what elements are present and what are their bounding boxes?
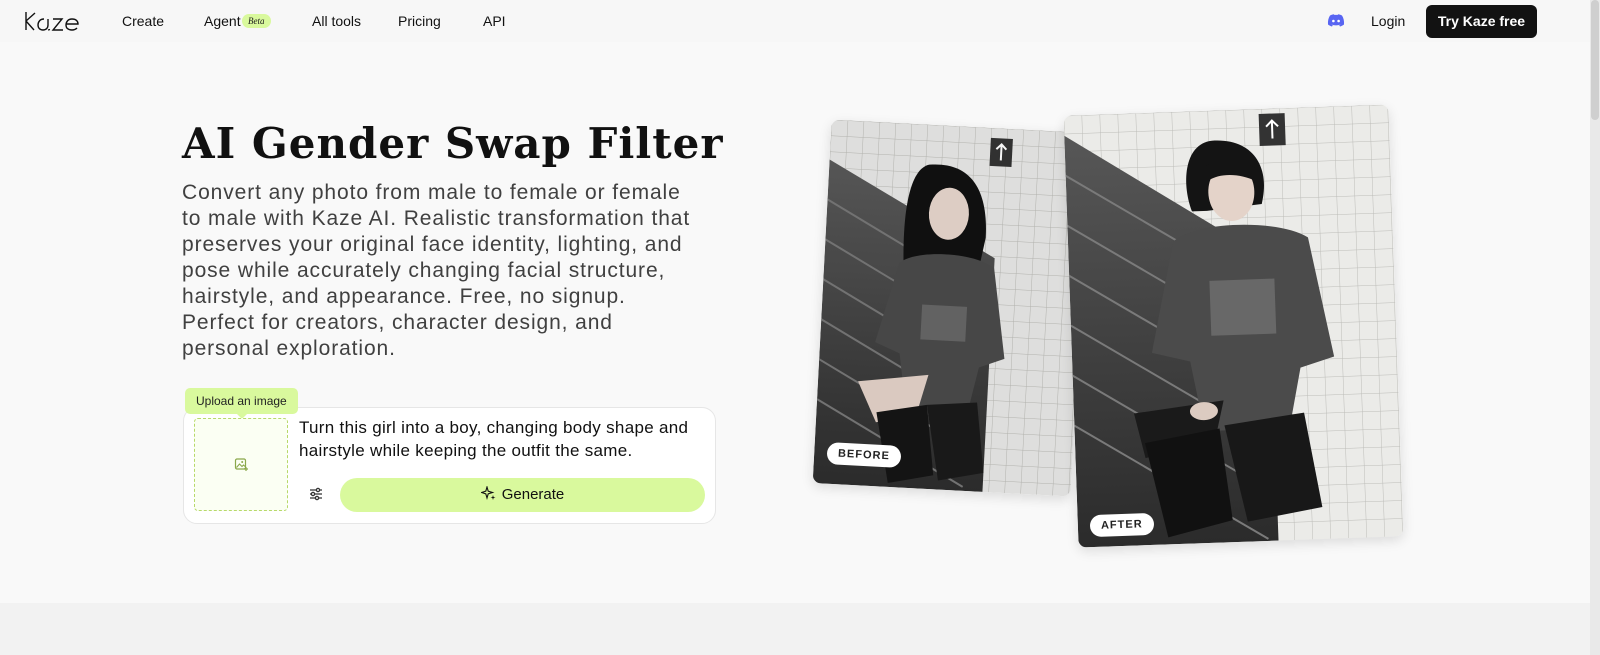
sliders-icon[interactable]	[308, 486, 324, 502]
next-section-band	[0, 603, 1590, 655]
scrollbar-thumb[interactable]	[1591, 0, 1599, 120]
generate-button[interactable]: Generate	[340, 478, 705, 512]
before-label: BEFORE	[826, 442, 902, 468]
discord-icon[interactable]	[1327, 13, 1345, 29]
upload-image-label: Upload an image	[185, 388, 298, 419]
page-title: AI Gender Swap Filter	[182, 119, 724, 168]
try-kaze-free-button[interactable]: Try Kaze free	[1426, 5, 1537, 38]
generate-button-label: Generate	[501, 486, 565, 503]
after-label: AFTER	[1089, 512, 1155, 538]
after-photo	[1063, 104, 1404, 548]
prompt-input[interactable]: Turn this girl into a boy, changing body…	[299, 416, 699, 462]
image-upload-dropzone[interactable]	[194, 418, 288, 511]
nav-api[interactable]: API	[483, 13, 506, 29]
before-photo	[812, 119, 1090, 497]
nav-all-tools[interactable]: All tools	[312, 13, 361, 29]
nav-create[interactable]: Create	[122, 13, 164, 29]
nav-agent[interactable]: Agent	[204, 13, 241, 29]
login-link[interactable]: Login	[1371, 13, 1405, 29]
kaze-logo[interactable]	[24, 9, 82, 33]
hero-description: Convert any photo from male to female or…	[182, 181, 691, 360]
nav-pricing[interactable]: Pricing	[398, 13, 441, 29]
image-add-icon	[234, 457, 249, 472]
beta-badge: Beta	[242, 14, 271, 28]
sparkle-icon	[479, 480, 496, 501]
